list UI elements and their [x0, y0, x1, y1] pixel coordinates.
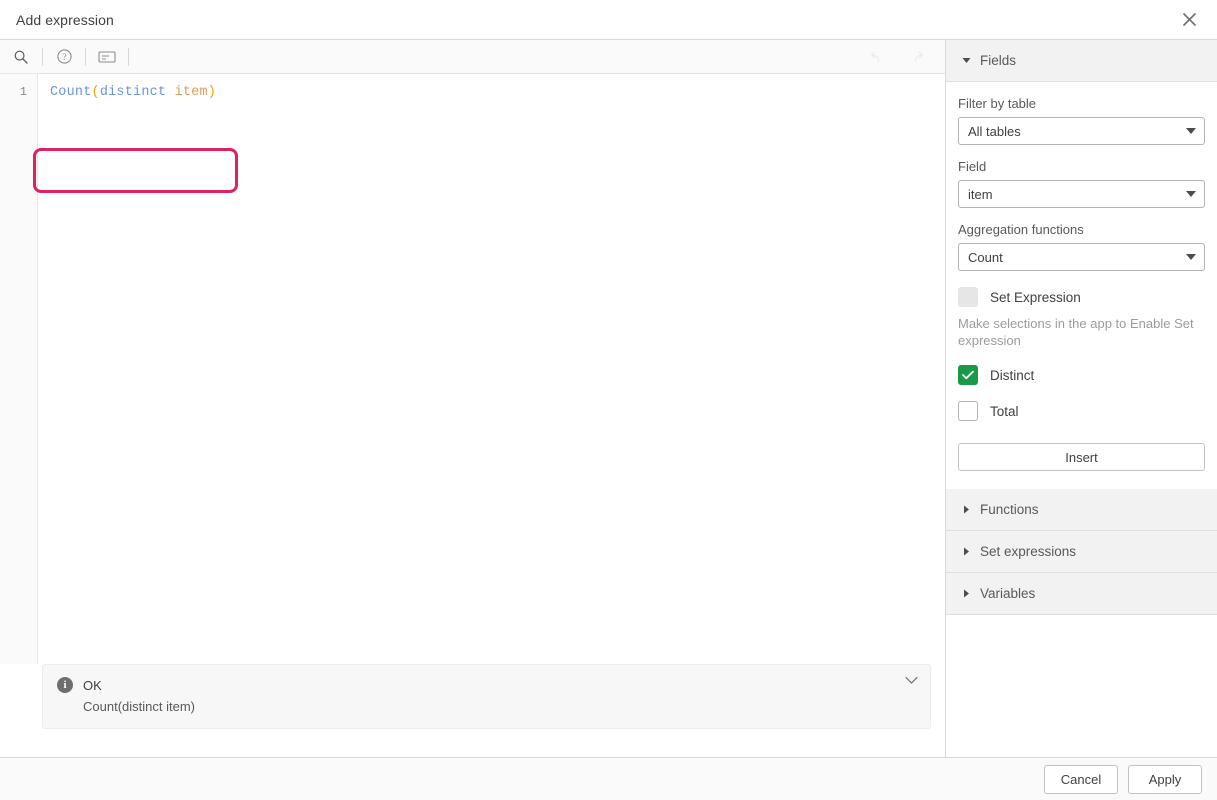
- aggregation-value: Count: [968, 250, 1003, 265]
- field-label: Field: [958, 159, 1205, 174]
- apply-button[interactable]: Apply: [1128, 765, 1202, 794]
- validation-message-box[interactable]: i OK Count(distinct item): [42, 664, 931, 729]
- editor-toolbar-right-group: [855, 40, 939, 73]
- svg-text:?: ?: [62, 52, 66, 62]
- search-icon[interactable]: [0, 40, 42, 73]
- code-body[interactable]: Count(distinct item): [38, 74, 945, 664]
- distinct-label: Distinct: [990, 368, 1034, 383]
- distinct-row: Distinct: [958, 365, 1205, 385]
- toolbar-divider: [128, 48, 129, 66]
- chevron-down-icon[interactable]: [905, 676, 918, 685]
- undo-arrow-icon[interactable]: [855, 40, 897, 73]
- token-keyword: distinct: [100, 85, 166, 100]
- editor-toolbar: ?: [0, 40, 945, 74]
- distinct-checkbox[interactable]: [958, 365, 978, 385]
- sidebar-section-label: Variables: [980, 586, 1035, 601]
- dialog-titlebar: Add expression: [0, 0, 1217, 39]
- sidebar-section-label: Fields: [980, 53, 1016, 68]
- chevron-down-icon: [1186, 191, 1196, 197]
- validation-detail-text: Count(distinct item): [83, 699, 890, 714]
- sidebar-section-functions[interactable]: Functions: [946, 489, 1217, 531]
- tooltip-card-icon[interactable]: [86, 40, 128, 73]
- expression-line[interactable]: Count(distinct item): [38, 83, 945, 102]
- fields-panel: Filter by table All tables Field item Ag…: [946, 82, 1217, 489]
- info-circle-icon: i: [57, 677, 73, 693]
- validation-status-text: OK: [83, 678, 102, 693]
- line-number: 1: [0, 83, 37, 102]
- set-expression-label: Set Expression: [990, 290, 1081, 305]
- editor-toolbar-left-group: ?: [0, 40, 129, 73]
- expression-sidebar: Fields Filter by table All tables Field …: [946, 40, 1217, 757]
- line-number-gutter: 1: [0, 74, 38, 664]
- aggregation-functions-label: Aggregation functions: [958, 222, 1205, 237]
- aggregation-functions-select[interactable]: Count: [958, 243, 1205, 271]
- add-expression-dialog: Add expression: [0, 0, 1217, 800]
- redo-arrow-icon[interactable]: [897, 40, 939, 73]
- caret-right-icon: [958, 505, 974, 514]
- validation-message-wrap: i OK Count(distinct item): [0, 664, 945, 757]
- set-expression-checkbox[interactable]: [958, 287, 978, 307]
- total-row: Total: [958, 401, 1205, 421]
- token-space: [166, 85, 174, 100]
- dialog-title: Add expression: [16, 12, 114, 28]
- token-open-paren: (: [92, 85, 100, 100]
- validation-message-header: i OK: [57, 677, 890, 693]
- dialog-footer: Cancel Apply: [0, 757, 1217, 800]
- total-label: Total: [990, 404, 1019, 419]
- chevron-down-icon: [1186, 254, 1196, 260]
- sidebar-filler: [946, 615, 1217, 757]
- caret-right-icon: [958, 547, 974, 556]
- total-checkbox[interactable]: [958, 401, 978, 421]
- close-icon[interactable]: [1161, 0, 1217, 39]
- field-select[interactable]: item: [958, 180, 1205, 208]
- token-close-paren: ): [208, 85, 216, 100]
- caret-right-icon: [958, 589, 974, 598]
- set-expression-row: Set Expression: [958, 287, 1205, 307]
- code-area[interactable]: 1 Count(distinct item): [0, 74, 945, 664]
- cancel-button[interactable]: Cancel: [1044, 765, 1118, 794]
- sidebar-section-label: Set expressions: [980, 544, 1076, 559]
- token-function: Count: [50, 85, 92, 100]
- sidebar-section-variables[interactable]: Variables: [946, 573, 1217, 615]
- filter-by-table-select[interactable]: All tables: [958, 117, 1205, 145]
- sidebar-section-label: Functions: [980, 502, 1039, 517]
- help-circle-icon[interactable]: ?: [43, 40, 85, 73]
- field-value: item: [968, 187, 993, 202]
- set-expression-help-text: Make selections in the app to Enable Set…: [958, 315, 1196, 349]
- token-field: item: [175, 85, 208, 100]
- expression-editor-pane: ?: [0, 40, 946, 757]
- filter-by-table-value: All tables: [968, 124, 1021, 139]
- dialog-body: ?: [0, 39, 1217, 757]
- sidebar-section-fields[interactable]: Fields: [946, 40, 1217, 82]
- sidebar-section-set-expressions[interactable]: Set expressions: [946, 531, 1217, 573]
- filter-by-table-label: Filter by table: [958, 96, 1205, 111]
- caret-down-icon: [958, 57, 974, 64]
- chevron-down-icon: [1186, 128, 1196, 134]
- insert-button[interactable]: Insert: [958, 443, 1205, 471]
